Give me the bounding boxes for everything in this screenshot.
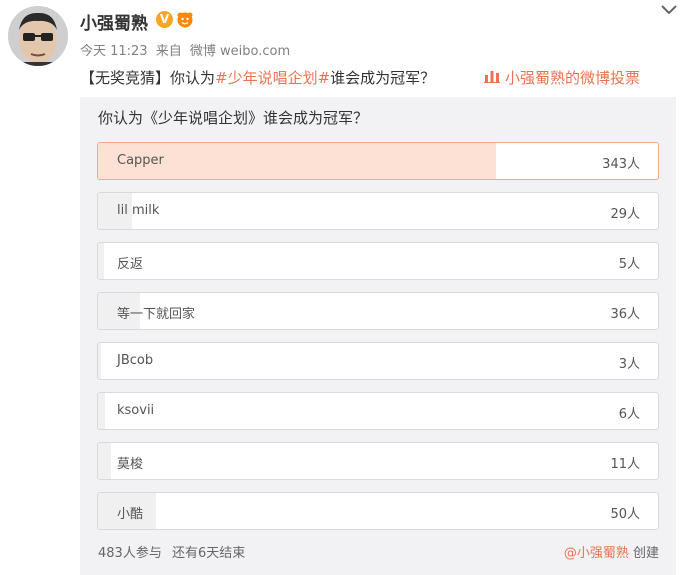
time-remaining: 还有6天结束 — [171, 546, 246, 561]
poll-option[interactable]: 等一下就回家 36人 — [97, 292, 659, 330]
poll-option-label: Capper — [117, 153, 164, 168]
poll-option[interactable]: 小酷 50人 — [97, 492, 659, 530]
vote-link[interactable]: 小强蜀熟的微博投票 — [484, 67, 640, 88]
poll-card: 你认为《少年说唱企划》谁会成为冠军？ Capper 343人 lil milk … — [80, 97, 676, 575]
poll-option[interactable]: 莫梭 11人 — [97, 442, 659, 480]
poll-option-fill — [98, 343, 102, 379]
poll-option[interactable]: JBcob 3人 — [97, 342, 659, 380]
post-meta: 今天 11:23 来自 微博 weibo.com — [80, 40, 294, 59]
post-prefix: 【无奖竞猜】你认为 — [80, 69, 216, 87]
username[interactable]: 小强蜀熟 — [80, 9, 148, 34]
post-time[interactable]: 今天 11:23 — [80, 44, 148, 59]
poll-option[interactable]: Capper 343人 — [97, 142, 659, 180]
post-text: 【无奖竞猜】你认为#少年说唱企划#谁会成为冠军？ — [80, 67, 435, 88]
participant-count: 483人参与 — [98, 546, 162, 561]
poll-option-count: 6人 — [618, 407, 640, 422]
poll-option-count: 343人 — [602, 157, 640, 172]
creator-link[interactable]: @小强蜀熟 — [564, 546, 629, 561]
poll-option[interactable]: ksovii 6人 — [97, 392, 659, 430]
poll-question: 你认为《少年说唱企划》谁会成为冠军？ — [98, 109, 369, 127]
level-badge-icon[interactable] — [176, 11, 194, 28]
chevron-down-icon[interactable] — [660, 2, 678, 16]
poll-option-count: 3人 — [618, 357, 640, 372]
poll-option-count: 11人 — [610, 457, 640, 472]
poll-option-fill — [98, 443, 111, 479]
avatar[interactable] — [8, 6, 68, 66]
poll-option-fill — [98, 393, 105, 429]
poll-option-label: 等一下就回家 — [117, 307, 196, 322]
poll-option-label: JBcob — [117, 353, 154, 368]
poll-footer-stats: 483人参与 还有6天结束 — [98, 542, 251, 561]
poll-option-label: 莫梭 — [117, 457, 144, 472]
vote-icon — [484, 69, 500, 87]
vote-link-label: 小强蜀熟的微博投票 — [505, 69, 641, 87]
poll-option[interactable]: 反返 5人 — [97, 242, 659, 280]
post-suffix: 谁会成为冠军？ — [330, 69, 436, 87]
poll-option-count: 5人 — [618, 257, 640, 272]
poll-option-label: lil milk — [117, 203, 160, 218]
post-source[interactable]: 微博 weibo.com — [190, 44, 290, 59]
poll-option-label: 反返 — [117, 257, 144, 272]
poll-option-fill — [98, 243, 104, 279]
poll-option-label: 小酷 — [117, 507, 144, 522]
verified-icon: V — [156, 11, 173, 28]
poll-option-count: 36人 — [610, 307, 640, 322]
poll-option-count: 50人 — [610, 507, 640, 522]
poll-creator: @小强蜀熟 创建 — [564, 542, 659, 561]
created-label: 创建 — [632, 546, 659, 561]
hashtag-link[interactable]: #少年说唱企划# — [215, 69, 330, 87]
source-prefix: 来自 — [155, 44, 182, 59]
poll-option-label: ksovii — [117, 403, 155, 418]
poll-option[interactable]: lil milk 29人 — [97, 192, 659, 230]
poll-option-count: 29人 — [610, 207, 640, 222]
